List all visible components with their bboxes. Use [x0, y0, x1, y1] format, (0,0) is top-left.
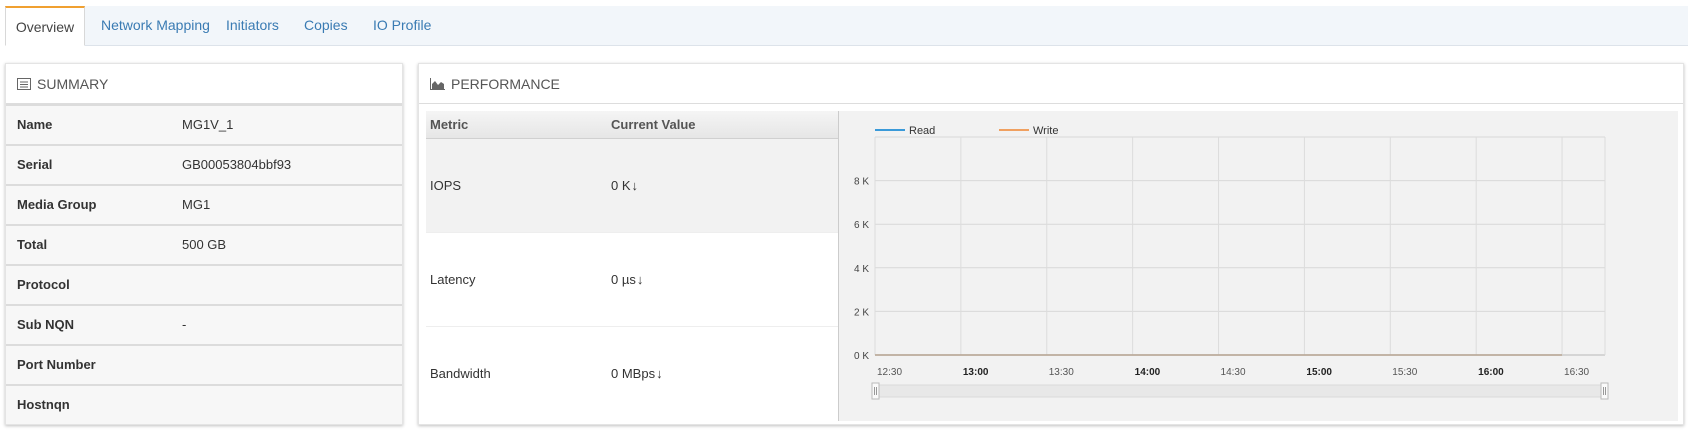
x-tick-label: 14:00: [1135, 367, 1161, 378]
navigator-left-handle[interactable]: [871, 382, 880, 400]
summary-row-port-number: Port Number: [6, 344, 402, 384]
x-tick-label: 15:00: [1306, 367, 1332, 378]
summary-row-hostnqn: Hostnqn: [6, 384, 402, 424]
summary-key: Total: [17, 237, 48, 252]
trend-down-icon: ↓: [636, 272, 644, 287]
summary-header: SUMMARY: [6, 64, 402, 104]
current-value-column-header: Current Value: [611, 117, 696, 132]
y-tick-label: 8 K: [854, 177, 869, 188]
summary-key: Hostnqn: [17, 397, 70, 412]
y-tick-label: 4 K: [854, 264, 869, 275]
summary-value: -: [182, 317, 187, 332]
summary-row-sub-nqn: Sub NQN -: [6, 304, 402, 344]
trend-down-icon: ↓: [631, 178, 639, 193]
summary-row-media-group: Media Group MG1: [6, 184, 402, 224]
summary-value: GB00053804bbf93: [182, 157, 292, 172]
summary-row-serial: Serial GB00053804bbf93: [6, 144, 402, 184]
metric-value-text: 0 K: [611, 178, 631, 193]
trend-down-icon: ↓: [656, 366, 663, 381]
metric-row-bandwidth: Bandwidth 0 MBps↓: [426, 327, 839, 421]
area-chart-icon: [430, 77, 445, 90]
tab-copies[interactable]: Copies: [304, 6, 348, 46]
summary-key: Media Group: [17, 197, 97, 212]
tab-overview[interactable]: Overview: [5, 6, 85, 46]
summary-row-name: Name MG1V_1: [6, 104, 402, 144]
summary-key: Serial: [17, 157, 53, 172]
performance-title: PERFORMANCE: [451, 75, 560, 92]
x-tick-label: 13:00: [963, 367, 989, 378]
x-tick-label: 15:30: [1392, 367, 1417, 378]
y-axis-ticks: 0 K 2 K 4 K 6 K 8 K: [854, 177, 869, 362]
summary-value: MG1: [182, 197, 211, 212]
x-axis-ticks: 12:30 13:00 13:30 14:00 14:30 15:00 15:30 16:00…: [877, 367, 1590, 378]
tab-network-mapping[interactable]: Network Mapping: [101, 6, 210, 46]
tab-initiators[interactable]: Initiators: [226, 6, 279, 46]
list-icon: [17, 77, 31, 90]
chart-grid: [874, 136, 1606, 356]
chart-legend: Read Write: [875, 125, 1058, 137]
metric-value: 0 µs↓: [611, 233, 643, 327]
x-tick-label: 14:30: [1221, 367, 1246, 378]
metric-name: Bandwidth: [430, 366, 491, 381]
summary-row-total: Total 500 GB: [6, 224, 402, 264]
y-tick-label: 6 K: [854, 220, 869, 231]
metric-value-text: 0 MBps: [611, 366, 656, 381]
tab-bar: Overview Network Mapping Initiators Copi…: [5, 6, 1688, 46]
metric-value: 0 MBps↓: [611, 327, 663, 421]
metric-name: Latency: [430, 272, 476, 287]
x-tick-label: 13:30: [1049, 367, 1074, 378]
range-navigator[interactable]: [871, 382, 1609, 400]
performance-header: PERFORMANCE: [419, 64, 1683, 104]
navigator-track[interactable]: [874, 384, 1606, 398]
summary-panel: SUMMARY Name MG1V_1 Serial GB00053804bbf…: [5, 63, 403, 425]
x-tick-label: 16:00: [1478, 367, 1504, 378]
x-tick-label: 16:30: [1564, 367, 1589, 378]
metric-table-header: Metric Current Value: [426, 111, 839, 139]
legend-read-label[interactable]: Read: [909, 125, 935, 137]
summary-key: Port Number: [17, 357, 96, 372]
summary-row-protocol: Protocol: [6, 264, 402, 304]
metric-row-latency: Latency 0 µs↓: [426, 233, 839, 327]
metric-value: 0 K↓: [611, 139, 638, 233]
legend-write-label[interactable]: Write: [1033, 125, 1058, 137]
metric-value-text: 0 µs: [611, 272, 636, 287]
metric-name: IOPS: [430, 178, 462, 193]
summary-key: Protocol: [17, 277, 70, 292]
summary-title: SUMMARY: [37, 75, 109, 92]
navigator-right-handle[interactable]: [1600, 382, 1609, 400]
x-tick-label: 12:30: [877, 367, 902, 378]
summary-key: Name: [17, 117, 53, 132]
summary-value: MG1V_1: [182, 117, 234, 132]
performance-panel: PERFORMANCE Metric Current Value IOPS 0 …: [418, 63, 1684, 425]
chart-svg: Read Write 0 K 2 K 4 K 6 K 8 K 12:30 13:00 13:…: [854, 125, 1609, 400]
performance-chart: Read Write 0 K 2 K 4 K 6 K 8 K 12:30 13:00 13:…: [838, 111, 1678, 421]
metric-row-iops: IOPS 0 K↓: [426, 139, 839, 233]
y-tick-label: 2 K: [854, 307, 869, 318]
summary-value: 500 GB: [182, 237, 227, 252]
metric-column-header: Metric: [430, 117, 469, 132]
y-tick-label: 0 K: [854, 351, 869, 362]
summary-key: Sub NQN: [17, 317, 75, 332]
tab-io-profile[interactable]: IO Profile: [373, 6, 431, 46]
